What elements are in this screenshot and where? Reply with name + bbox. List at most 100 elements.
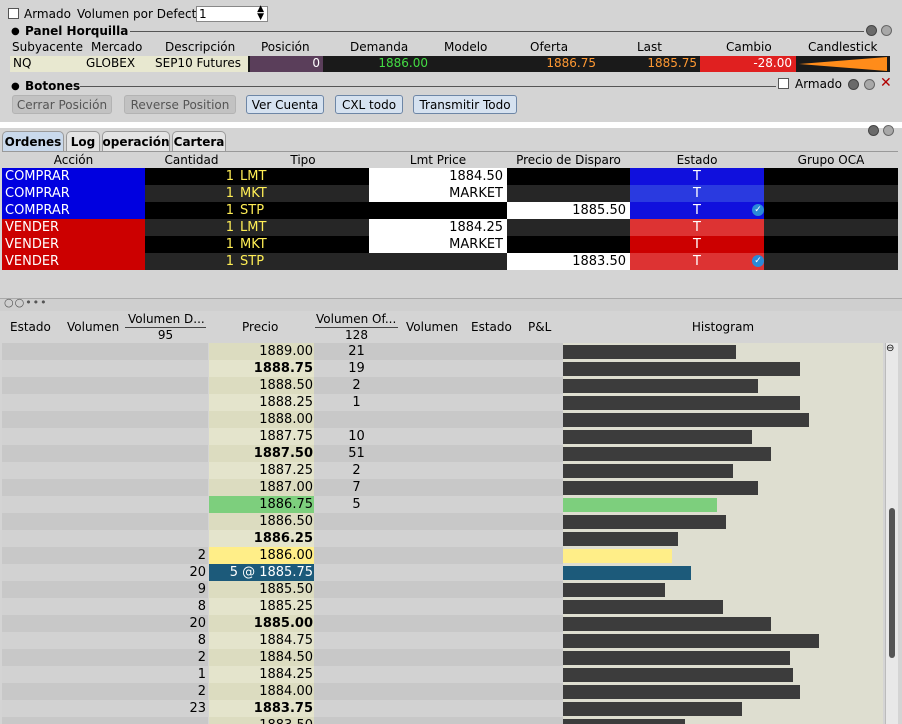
order-lmt-price[interactable] bbox=[369, 202, 507, 219]
bid-volume[interactable] bbox=[2, 343, 208, 360]
ask-volume[interactable] bbox=[314, 700, 399, 717]
price-cell[interactable]: 1887.50 bbox=[209, 445, 314, 462]
ask-volume[interactable] bbox=[314, 717, 399, 724]
col-volumen-left[interactable]: Volumen bbox=[67, 320, 119, 334]
ask-volume[interactable] bbox=[314, 530, 399, 547]
price-cell[interactable]: 1887.00 bbox=[209, 479, 314, 496]
bid-volume[interactable]: 9 bbox=[2, 581, 208, 598]
order-trigger-price[interactable] bbox=[507, 185, 630, 202]
detach-icon[interactable] bbox=[866, 25, 877, 36]
ask-volume[interactable] bbox=[314, 513, 399, 530]
book-row[interactable]: 2 1884.00 bbox=[2, 683, 898, 700]
order-lmt-price[interactable] bbox=[369, 253, 507, 270]
ask-volume[interactable] bbox=[314, 632, 399, 649]
ask-volume[interactable] bbox=[314, 649, 399, 666]
settings-icon[interactable] bbox=[864, 79, 875, 90]
default-volume-spinner[interactable]: 1 ▲ ▼ bbox=[196, 5, 268, 22]
transmit-all-button[interactable]: Transmitir Todo bbox=[413, 95, 517, 114]
book-row[interactable]: 1886.25 bbox=[2, 530, 898, 547]
bid-volume[interactable]: 2 bbox=[2, 547, 208, 564]
order-action[interactable]: COMPRAR bbox=[2, 168, 145, 185]
col-grupo-oca[interactable]: Grupo OCA bbox=[764, 153, 898, 167]
price-cell[interactable]: 1886.00 bbox=[209, 547, 314, 564]
drag-handle-icon[interactable]: ○○••• bbox=[4, 296, 48, 309]
col-vol-oferta[interactable]: Volumen Of... bbox=[316, 312, 396, 326]
price-cell[interactable]: 1883.75 bbox=[209, 700, 314, 717]
col-volumen-right[interactable]: Volumen bbox=[406, 320, 458, 334]
order-lmt-price[interactable]: 1884.50 bbox=[369, 168, 507, 185]
bid-volume[interactable]: 2 bbox=[2, 683, 208, 700]
bid-volume[interactable] bbox=[2, 717, 208, 724]
order-row[interactable]: COMPRAR 1 MKT MARKET T bbox=[2, 185, 898, 202]
tab-operacion[interactable]: operación bbox=[102, 131, 170, 151]
ask-volume[interactable]: 10 bbox=[314, 428, 399, 445]
price-cell[interactable]: 1886.50 bbox=[209, 513, 314, 530]
book-row[interactable]: 1888.75 19 bbox=[2, 360, 898, 377]
price-cell[interactable]: 1885.25 bbox=[209, 598, 314, 615]
view-account-button[interactable]: Ver Cuenta bbox=[246, 95, 324, 114]
price-cell[interactable]: 1889.00 bbox=[209, 343, 314, 360]
book-row[interactable]: 1886.75 5 bbox=[2, 496, 898, 513]
price-cell[interactable]: 1886.25 bbox=[209, 530, 314, 547]
order-quantity[interactable]: 1 bbox=[145, 202, 238, 219]
col-oferta[interactable]: Oferta bbox=[530, 40, 568, 54]
botones-armed-checkbox[interactable] bbox=[778, 78, 789, 89]
col-mercado[interactable]: Mercado bbox=[91, 40, 142, 54]
order-row[interactable]: VENDER 1 LMT 1884.25 T bbox=[2, 219, 898, 236]
price-cell[interactable]: 1888.00 bbox=[209, 411, 314, 428]
ask-volume[interactable]: 2 bbox=[314, 377, 399, 394]
bid-volume[interactable] bbox=[2, 479, 208, 496]
bid-volume[interactable] bbox=[2, 360, 208, 377]
book-row[interactable]: 2 1884.50 bbox=[2, 649, 898, 666]
book-row[interactable]: 9 1885.50 bbox=[2, 581, 898, 598]
order-oca-group[interactable] bbox=[764, 168, 898, 185]
price-cell[interactable]: 1886.75 bbox=[209, 496, 314, 513]
price-cell[interactable]: 1887.75 bbox=[209, 428, 314, 445]
order-type[interactable]: MKT bbox=[238, 236, 369, 253]
book-row[interactable]: 8 1885.25 bbox=[2, 598, 898, 615]
bid-volume[interactable] bbox=[2, 513, 208, 530]
order-quantity[interactable]: 1 bbox=[145, 219, 238, 236]
col-descripcion[interactable]: Descripción bbox=[165, 40, 235, 54]
order-trigger-price[interactable]: 1885.50 bbox=[507, 202, 630, 219]
bid-volume[interactable]: 23 bbox=[2, 700, 208, 717]
ask-volume[interactable]: 2 bbox=[314, 462, 399, 479]
book-row[interactable]: 1887.50 51 bbox=[2, 445, 898, 462]
price-cell[interactable]: 1885.00 bbox=[209, 615, 314, 632]
order-row[interactable]: VENDER 1 STP 1883.50 T ✓ bbox=[2, 253, 898, 270]
order-quantity[interactable]: 1 bbox=[145, 185, 238, 202]
book-row[interactable]: 1887.75 10 bbox=[2, 428, 898, 445]
ask-volume[interactable] bbox=[314, 598, 399, 615]
book-row[interactable]: 20 1885.00 bbox=[2, 615, 898, 632]
order-quantity[interactable]: 1 bbox=[145, 236, 238, 253]
bid-volume[interactable] bbox=[2, 445, 208, 462]
ask-volume[interactable] bbox=[314, 564, 399, 581]
col-vol-demanda[interactable]: Volumen D... bbox=[128, 312, 205, 326]
col-subyacente[interactable]: Subyacente bbox=[12, 40, 83, 54]
book-row[interactable]: 23 1883.75 bbox=[2, 700, 898, 717]
order-status[interactable]: T bbox=[630, 219, 764, 236]
col-accion[interactable]: Acción bbox=[2, 153, 145, 167]
order-row[interactable]: VENDER 1 MKT MARKET T bbox=[2, 236, 898, 253]
col-pnl[interactable]: P&L bbox=[528, 320, 551, 334]
bid-volume[interactable] bbox=[2, 496, 208, 513]
order-action[interactable]: VENDER bbox=[2, 219, 145, 236]
order-trigger-price[interactable]: 1883.50 bbox=[507, 253, 630, 270]
ask-volume[interactable]: 5 bbox=[314, 496, 399, 513]
order-quantity[interactable]: 1 bbox=[145, 168, 238, 185]
order-status[interactable]: T bbox=[630, 168, 764, 185]
order-action[interactable]: COMPRAR bbox=[2, 202, 145, 219]
bid-volume[interactable]: 20 bbox=[2, 564, 208, 581]
order-type[interactable]: STP bbox=[238, 253, 369, 270]
order-status[interactable]: T bbox=[630, 253, 764, 270]
close-position-button[interactable]: Cerrar Posición bbox=[12, 95, 112, 114]
price-cell[interactable]: 1885.50 bbox=[209, 581, 314, 598]
order-type[interactable]: LMT bbox=[238, 168, 369, 185]
spinner-arrows-icon[interactable]: ▲ ▼ bbox=[257, 5, 264, 22]
bid-volume[interactable]: 8 bbox=[2, 598, 208, 615]
order-oca-group[interactable] bbox=[764, 202, 898, 219]
ask-volume[interactable]: 1 bbox=[314, 394, 399, 411]
col-precio[interactable]: Precio bbox=[242, 320, 278, 334]
order-oca-group[interactable] bbox=[764, 185, 898, 202]
order-lmt-price[interactable]: MARKET bbox=[369, 185, 507, 202]
